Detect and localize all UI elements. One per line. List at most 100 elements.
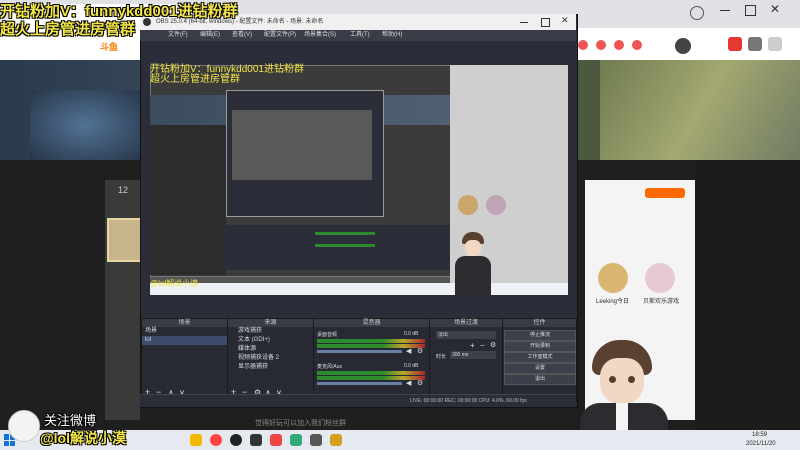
menu-scene-collection[interactable]: 场景集合(S) — [304, 30, 336, 41]
app-icon-2[interactable] — [270, 434, 282, 446]
app-icon-5[interactable] — [330, 434, 342, 446]
mixer-volume-slider[interactable] — [317, 350, 402, 353]
scenes-dock: 场景 场景 lol + − ∧ ∨ — [141, 318, 228, 402]
duration-label: 时长 — [436, 354, 447, 360]
menu-help[interactable]: 帮助(H) — [382, 30, 402, 41]
transition-select[interactable]: 淡出 — [436, 331, 496, 339]
sources-dock-title: 来源 — [228, 319, 313, 327]
mixer-settings-icon[interactable]: ⚙ — [417, 347, 423, 355]
scenes-dock-title: 场景 — [142, 319, 227, 327]
sidebar-thumbnail[interactable] — [107, 218, 144, 262]
mixer-dock: 混音器 桌面音频 0.0 dB ◀ ⚙ 麦克风/Aux 0.0 dB ◀ ⚙ — [313, 318, 430, 402]
clock-date[interactable]: 2021/11/20 — [746, 441, 776, 447]
menu-edit[interactable]: 编辑(E) — [200, 30, 220, 41]
source-item[interactable]: 文本 (GDI+) — [228, 336, 313, 345]
speaker-icon[interactable]: ◀ — [406, 347, 411, 355]
sources-dock: 来源 游戏捕获 文本 (GDI+) 媒体源 视频捕获设备 2 显示器捕获 + −… — [227, 318, 314, 402]
mixer-meter — [317, 371, 425, 375]
obs-maximize-icon[interactable] — [541, 18, 550, 27]
bottom-notice: 觉得好玩可以加入我们粉丝群 — [255, 420, 346, 427]
extension-icon[interactable] — [728, 37, 742, 51]
menu-icon[interactable] — [768, 37, 782, 51]
weibo-avatar — [8, 410, 40, 442]
preview-inner-meter — [315, 232, 375, 235]
follow-icon[interactable] — [614, 40, 624, 50]
right-dark-area — [695, 160, 800, 430]
panel-avatar-1[interactable] — [598, 263, 628, 293]
source-item[interactable]: 显示器捕获 — [228, 363, 313, 372]
source-item[interactable]: 游戏捕获 — [228, 327, 313, 336]
avatar-eye-left — [609, 376, 616, 383]
transition-settings-icon[interactable]: ⚙ — [490, 341, 496, 349]
controls-dock-title: 控件 — [503, 319, 576, 327]
overlay-weibo-handle: @lol解说小漠 — [40, 430, 126, 446]
preview-inner-canvas — [232, 110, 372, 180]
panel-user-2: 贝斯欢乐游戏 — [643, 299, 680, 305]
mixer-channel-label: 桌面音频 — [317, 332, 338, 338]
obs-close-icon[interactable]: ✕ — [561, 15, 569, 26]
source-item[interactable]: 视频捕获设备 2 — [228, 354, 313, 363]
app-icon-4[interactable] — [310, 434, 322, 446]
mixer-settings-icon[interactable]: ⚙ — [417, 379, 423, 387]
banner-art-left — [30, 90, 140, 160]
preview-overlay-weibo: @lol解说小漠 — [150, 279, 199, 288]
mixer-channel-label: 麦克风/Aux — [317, 364, 343, 370]
menu-tools[interactable]: 工具(T) — [350, 30, 370, 41]
settings-button[interactable]: 设置 — [504, 363, 576, 374]
preview-inner-taskbar — [150, 283, 568, 295]
left-sidebar — [105, 180, 140, 420]
overlay-promo-line2: 超火上房管进房管群 — [0, 21, 136, 38]
message-icon[interactable] — [578, 40, 588, 50]
preview-overlay-text-2: 超火上房管进房管群 — [150, 74, 240, 85]
duration-input[interactable]: 300 ms — [450, 351, 496, 359]
obs-menubar: 文件(F) 编辑(E) 查看(V) 配置文件(P) 场景集合(S) 工具(T) … — [140, 30, 576, 41]
speaker-icon[interactable]: ◀ — [406, 379, 411, 387]
exit-button[interactable]: 退出 — [504, 374, 576, 385]
site-logo[interactable]: 斗鱼 — [100, 40, 118, 53]
pc-client-button[interactable] — [645, 188, 685, 198]
clock-time[interactable]: 18:59 — [752, 432, 767, 438]
minimize-icon[interactable] — [720, 10, 730, 11]
preview-inner-meter-2 — [315, 244, 375, 247]
mixer-level-label: 0.0 dB — [404, 331, 419, 337]
stop-streaming-button[interactable]: 停止推流 — [504, 330, 576, 341]
menu-profile[interactable]: 配置文件(P) — [264, 30, 296, 41]
download-icon[interactable] — [632, 40, 642, 50]
preview-avatar-body — [455, 256, 491, 296]
preview-inner-avatar-2 — [486, 195, 506, 215]
avatar-eye-right — [628, 376, 635, 383]
app-icon-3[interactable] — [290, 434, 302, 446]
transition-remove-icon[interactable]: − — [480, 341, 485, 350]
studio-mode-button[interactable]: 工作室模式 — [504, 352, 576, 363]
menu-view[interactable]: 查看(V) — [232, 30, 252, 41]
obs-status-text: LIVE: 00:00:00 REC: 00:00:00 CPU: 4.0%, … — [410, 398, 527, 404]
extension-icon-2[interactable] — [748, 37, 762, 51]
obs-minimize-icon[interactable] — [520, 22, 528, 23]
panel-avatar-2[interactable] — [645, 263, 675, 293]
user-avatar[interactable] — [675, 38, 691, 54]
transition-add-icon[interactable]: + — [470, 341, 475, 350]
source-item[interactable]: 媒体源 — [228, 345, 313, 354]
chrome-icon[interactable] — [210, 434, 222, 446]
start-recording-button[interactable]: 开始录制 — [504, 341, 576, 352]
mixer-meter — [317, 339, 425, 343]
avatar-collar — [616, 403, 628, 433]
scene-item[interactable]: lol — [142, 336, 227, 345]
mixer-volume-slider[interactable] — [317, 382, 402, 385]
history-icon[interactable] — [596, 40, 606, 50]
close-icon[interactable]: ✕ — [770, 2, 780, 16]
mixer-level-label: 0.0 dB — [404, 363, 419, 369]
mixer-dock-title: 混音器 — [314, 319, 429, 327]
app-icon[interactable] — [250, 434, 262, 446]
menu-file[interactable]: 文件(F) — [168, 30, 188, 41]
avatar-face — [600, 358, 644, 404]
profile-icon[interactable] — [690, 6, 704, 20]
page-count: 12 — [117, 185, 128, 195]
obs-taskbar-icon[interactable] — [230, 434, 242, 446]
panel-user-1: Leeking今日 — [596, 299, 630, 305]
explorer-icon[interactable] — [190, 434, 202, 446]
banner-art-right — [600, 60, 800, 160]
scene-item[interactable]: 场景 — [142, 327, 227, 336]
maximize-icon[interactable] — [745, 5, 756, 16]
obs-statusbar: LIVE: 00:00:00 REC: 00:00:00 CPU: 4.0%, … — [140, 394, 576, 407]
